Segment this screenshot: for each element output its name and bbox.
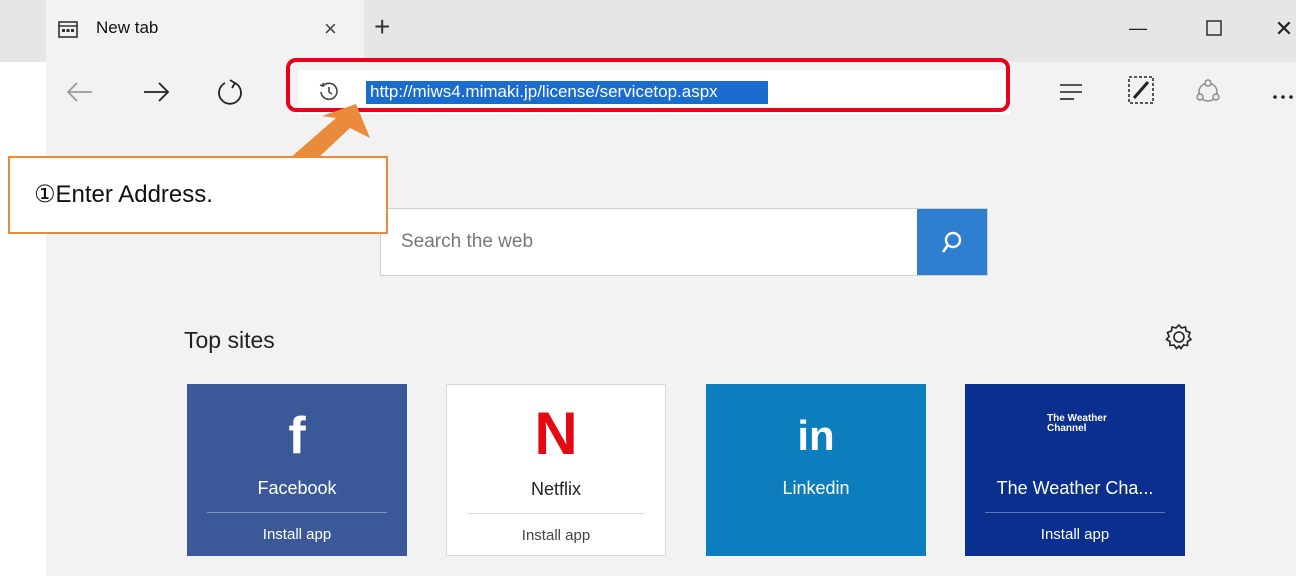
- weather-channel-logo: The Weather Channel: [1047, 413, 1107, 434]
- install-app-link[interactable]: Install app: [965, 526, 1185, 543]
- more-button[interactable]: [1272, 88, 1294, 106]
- top-site-tile-netflix[interactable]: N Netflix Install app: [446, 384, 666, 556]
- tile-name: Netflix: [530, 479, 581, 499]
- tile-divider: [467, 513, 645, 514]
- address-bar[interactable]: http://miws4.mimaki.jp/license/serviceto…: [298, 70, 1010, 114]
- history-icon: [318, 81, 340, 108]
- tile-divider: [207, 512, 387, 513]
- minimize-button[interactable]: —: [1118, 18, 1158, 39]
- window-close-button[interactable]: ✕: [1264, 16, 1296, 42]
- top-sites-settings-button[interactable]: [1162, 320, 1196, 359]
- tab-close-button[interactable]: ×: [324, 16, 337, 42]
- search-box: [380, 208, 988, 276]
- search-input[interactable]: [381, 209, 917, 275]
- gear-icon: [1165, 323, 1193, 350]
- tab-strip: New tab × + — ✕: [0, 0, 1296, 62]
- refresh-icon: [218, 79, 242, 105]
- back-arrow-icon: [66, 82, 92, 102]
- tab-title: New tab: [96, 18, 159, 37]
- hub-icon: [1060, 84, 1082, 100]
- web-note-icon: [1128, 76, 1154, 104]
- install-app-link[interactable]: Install app: [447, 527, 665, 544]
- tab-page-icon: [58, 21, 78, 43]
- forward-button[interactable]: [140, 76, 172, 113]
- search-icon: [941, 231, 962, 253]
- forward-arrow-icon: [144, 82, 170, 102]
- more-icon: [1273, 95, 1293, 99]
- callout-box: ①Enter Address.: [8, 156, 388, 234]
- tab-new-tab[interactable]: New tab ×: [46, 0, 364, 62]
- facebook-logo: f: [288, 407, 306, 465]
- refresh-button[interactable]: [214, 76, 246, 113]
- top-site-tile-facebook[interactable]: f Facebook Install app: [187, 384, 407, 556]
- tile-name: Facebook: [257, 478, 337, 498]
- linkedin-logo: in: [797, 412, 835, 459]
- top-site-tile-weather-channel[interactable]: The Weather Channel The Weather Cha... I…: [965, 384, 1185, 556]
- netflix-logo: N: [534, 400, 578, 467]
- hub-button[interactable]: [1058, 80, 1084, 109]
- share-button[interactable]: [1194, 78, 1222, 111]
- back-button[interactable]: [64, 76, 96, 113]
- address-url[interactable]: http://miws4.mimaki.jp/license/serviceto…: [366, 81, 768, 104]
- tile-name: Linkedin: [782, 478, 850, 498]
- nav-bar: http://miws4.mimaki.jp/license/serviceto…: [46, 58, 1296, 124]
- maximize-button[interactable]: [1194, 20, 1234, 41]
- install-app-link[interactable]: Install app: [187, 526, 407, 543]
- callout-text: ①Enter Address.: [34, 181, 213, 208]
- share-icon: [1196, 79, 1220, 102]
- maximize-icon: [1206, 20, 1222, 36]
- search-button[interactable]: [917, 209, 987, 275]
- tile-name: The Weather Cha...: [996, 478, 1154, 498]
- top-sites-heading: Top sites: [184, 327, 275, 353]
- web-note-button[interactable]: [1126, 74, 1156, 111]
- new-tab-button[interactable]: +: [374, 12, 390, 42]
- tile-divider: [985, 512, 1165, 513]
- top-site-tile-linkedin[interactable]: in Linkedin: [706, 384, 926, 556]
